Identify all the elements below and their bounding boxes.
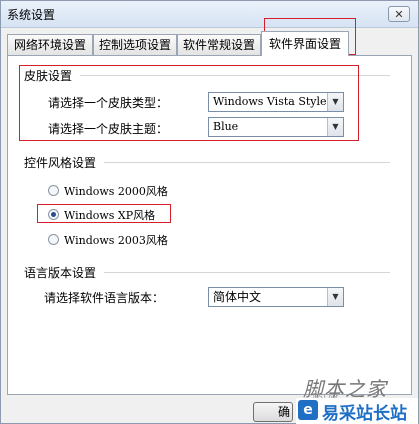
chevron-down-icon[interactable]: ▼ xyxy=(327,93,343,111)
radio-selected-icon[interactable] xyxy=(48,209,59,220)
language-group-title: 语言版本设置 xyxy=(24,264,101,281)
tab-control-options[interactable]: 控制选项设置 xyxy=(93,34,177,55)
skin-theme-value: Blue xyxy=(213,120,239,133)
settings-dialog: 系统设置 ✕ 网络环境设置 控制选项设置 软件常规设置 软件界面设置 皮肤设置 … xyxy=(0,0,419,424)
language-select[interactable]: 简体中文 ▼ xyxy=(208,287,344,307)
close-button[interactable]: ✕ xyxy=(388,6,410,22)
skin-type-label: 请选择一个皮肤类型： xyxy=(48,96,169,110)
skin-group-divider xyxy=(80,75,390,76)
chevron-down-icon[interactable]: ▼ xyxy=(327,288,343,306)
logo-icon: e xyxy=(298,400,318,420)
control-style-divider xyxy=(104,162,390,163)
radio-icon[interactable] xyxy=(48,234,59,245)
radio-label: Windows 2003风格 xyxy=(64,234,168,247)
site-logo: e 易采站长站 xyxy=(296,398,418,424)
logo-text: 易采站长站 xyxy=(322,404,407,424)
radio-label: Windows 2000风格 xyxy=(64,185,168,198)
close-icon: ✕ xyxy=(394,8,404,21)
control-style-group-title: 控件风格设置 xyxy=(24,154,101,171)
skin-type-value: Windows Vista Style xyxy=(213,95,327,108)
language-value: 简体中文 xyxy=(213,290,262,304)
skin-theme-label: 请选择一个皮肤主题： xyxy=(48,122,169,136)
title-bar: 系统设置 ✕ xyxy=(1,1,418,28)
tab-interface[interactable]: 软件界面设置 xyxy=(261,31,349,56)
tab-general[interactable]: 软件常规设置 xyxy=(177,34,261,55)
chevron-down-icon[interactable]: ▼ xyxy=(327,118,343,136)
ok-button-label: 确 xyxy=(278,405,291,419)
ok-button[interactable]: 确 xyxy=(253,402,293,422)
skin-theme-select[interactable]: Blue ▼ xyxy=(208,117,344,137)
skin-type-select[interactable]: Windows Vista Style ▼ xyxy=(208,92,344,112)
language-label: 请选择软件语言版本： xyxy=(44,291,165,305)
language-group-divider xyxy=(104,272,390,273)
window-title: 系统设置 xyxy=(7,8,56,22)
radio-icon[interactable] xyxy=(48,185,59,196)
skin-group-title: 皮肤设置 xyxy=(24,67,77,84)
radio-label: Windows XP风格 xyxy=(64,209,156,222)
tab-network[interactable]: 网络环境设置 xyxy=(7,34,93,55)
tab-panel-interface: 皮肤设置 请选择一个皮肤类型： Windows Vista Style ▼ 请选… xyxy=(7,55,412,395)
